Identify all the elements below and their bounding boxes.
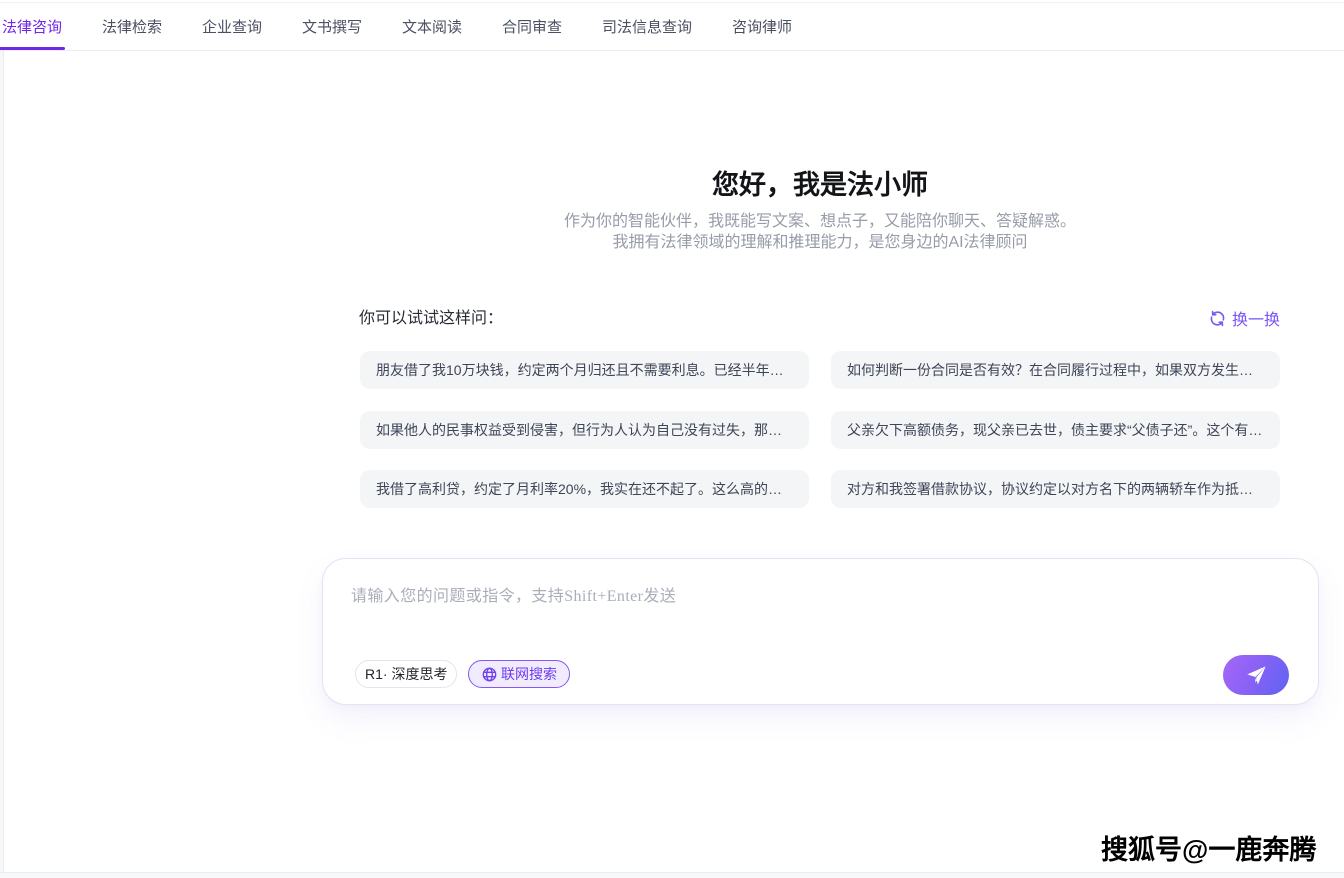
suggestion-card[interactable]: 如何判断一份合同是否有效？在合同履行过程中，如果双方发生…	[831, 351, 1280, 389]
suggestion-card[interactable]: 对方和我签署借款协议，协议约定以对方名下的两辆轿车作为抵…	[831, 470, 1280, 508]
refresh-label: 换一换	[1232, 306, 1280, 330]
composer-panel: R1· 深度思考 联网搜索	[322, 558, 1319, 705]
tab-judicial-info[interactable]: 司法信息查询	[602, 3, 692, 50]
suggestion-card[interactable]: 朋友借了我10万块钱，约定两个月归还且不需要利息。已经半年…	[360, 351, 809, 389]
suggestion-grid: 朋友借了我10万块钱，约定两个月归还且不需要利息。已经半年… 如果他人的民事权益…	[360, 351, 1280, 508]
tab-list: 法律咨询 法律检索 企业查询 文书撰写 文本阅读 合同审查 司法信息查询 咨询律…	[2, 3, 792, 50]
web-search-toggle[interactable]: 联网搜索	[468, 660, 570, 688]
tab-contract-review[interactable]: 合同审查	[502, 3, 562, 50]
deep-think-toggle[interactable]: R1· 深度思考	[355, 660, 457, 688]
globe-icon	[482, 667, 497, 682]
refresh-suggestions-button[interactable]: 换一换	[1209, 306, 1280, 330]
suggestion-card[interactable]: 我借了高利贷，约定了月利率20%，我实在还不起了。这么高的…	[360, 470, 809, 508]
tab-legal-consult[interactable]: 法律咨询	[2, 3, 62, 50]
suggestion-card[interactable]: 如果他人的民事权益受到侵害，但行为人认为自己没有过失，那…	[360, 411, 809, 449]
subtitle-line-2: 我拥有法律领域的理解和推理能力，是您身边的AI法律顾问	[260, 233, 1344, 254]
tab-text-reading[interactable]: 文本阅读	[402, 3, 462, 50]
suggestions-heading: 你可以试试这样问：	[359, 304, 503, 328]
tab-consult-lawyer[interactable]: 咨询律师	[732, 3, 792, 50]
app-window: 法律咨询 法律检索 企业查询 文书撰写 文本阅读 合同审查 司法信息查询 咨询律…	[0, 0, 1344, 878]
top-tabbar: 法律咨询 法律检索 企业查询 文书撰写 文本阅读 合同审查 司法信息查询 咨询律…	[0, 0, 1344, 51]
message-input[interactable]	[351, 582, 1286, 644]
paper-plane-icon	[1244, 663, 1269, 688]
send-button[interactable]	[1223, 655, 1289, 695]
sohu-watermark: 搜狐号@一鹿奔腾	[1101, 828, 1316, 867]
web-search-label: 联网搜索	[501, 664, 557, 684]
tab-legal-search[interactable]: 法律检索	[102, 3, 162, 50]
page-subtitle: 作为你的智能伙伴，我既能写文案、想点子，又能陪你聊天、答疑解惑。 我拥有法律领域…	[260, 212, 1344, 253]
tab-company-lookup[interactable]: 企业查询	[202, 3, 262, 50]
suggestion-card[interactable]: 父亲欠下高额债务，现父亲已去世，债主要求“父债子还”。这个有…	[831, 411, 1280, 449]
left-gutter	[0, 51, 4, 872]
page-title: 您好，我是法小师	[360, 168, 1280, 202]
tab-document-writing[interactable]: 文书撰写	[302, 3, 362, 50]
refresh-icon	[1209, 310, 1226, 327]
deep-think-label: R1· 深度思考	[365, 664, 447, 684]
subtitle-line-1: 作为你的智能伙伴，我既能写文案、想点子，又能陪你聊天、答疑解惑。	[260, 212, 1344, 233]
bottom-gutter	[0, 872, 1344, 878]
